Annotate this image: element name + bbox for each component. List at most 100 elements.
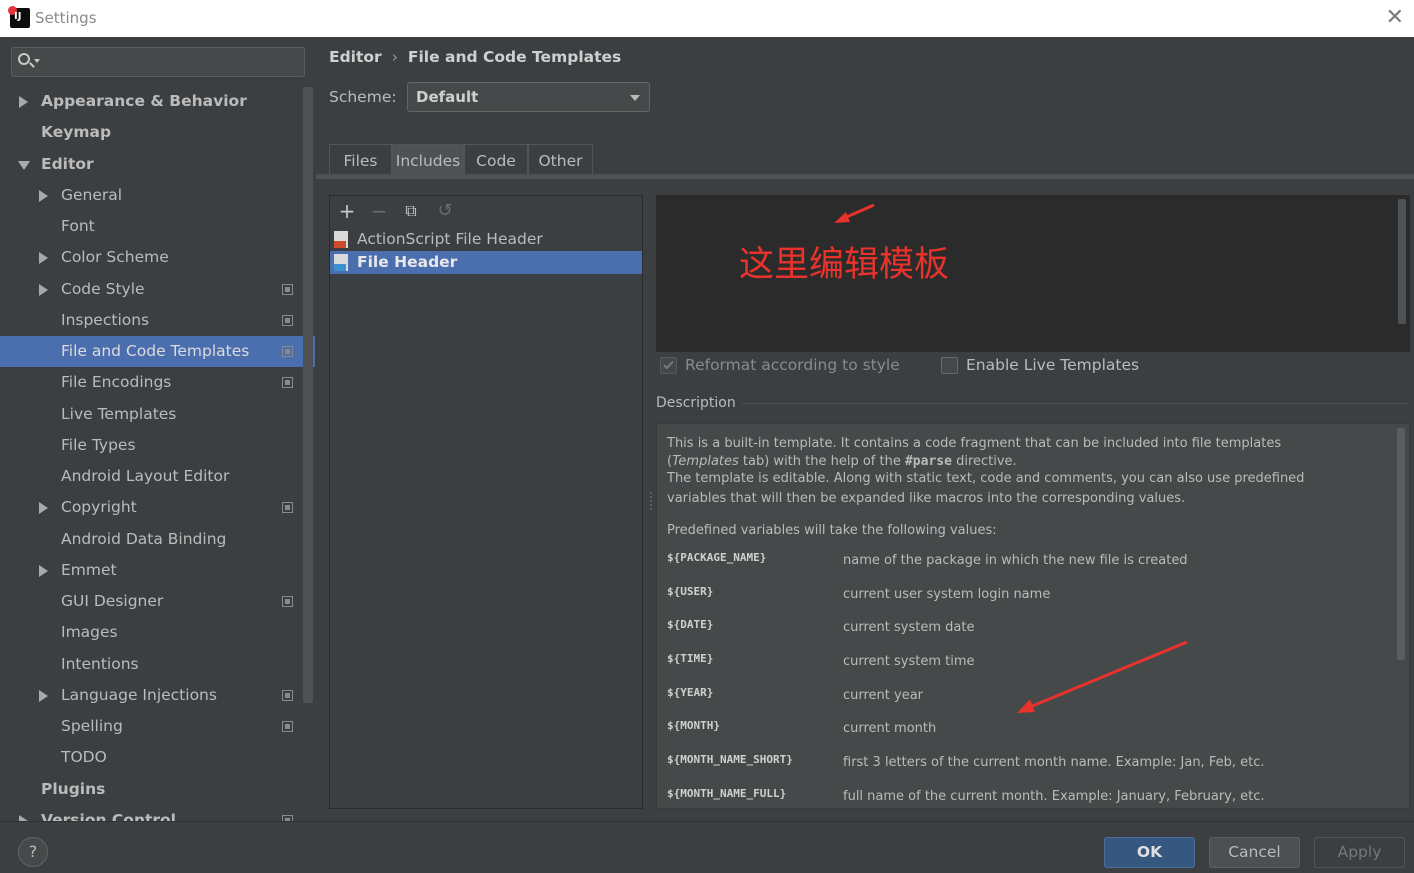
sidebar-item-keymap[interactable]: Keymap xyxy=(0,117,315,148)
ok-button[interactable]: OK xyxy=(1104,837,1195,868)
sidebar-item-file-encodings[interactable]: File Encodings xyxy=(0,367,315,398)
live-templates-checkbox[interactable] xyxy=(941,357,958,374)
search-input[interactable] xyxy=(11,47,305,77)
sidebar-item-file-types[interactable]: File Types xyxy=(0,430,315,461)
variable-row: ${DATE} current system date xyxy=(667,618,975,635)
sidebar-item-intentions[interactable]: Intentions xyxy=(0,649,315,680)
description-line: The template is editable. Along with sta… xyxy=(667,471,1305,486)
variable-row: ${MONTH_NAME_SHORT} first 3 letters of th… xyxy=(667,753,1265,770)
sidebar-item-font[interactable]: Font xyxy=(0,211,315,242)
sidebar-item-version-control[interactable]: Version Control xyxy=(0,805,315,821)
search-icon xyxy=(18,53,30,65)
sidebar-item-appearance[interactable]: Appearance & Behavior xyxy=(0,86,315,117)
editor-scrollbar[interactable] xyxy=(1398,199,1406,324)
list-item[interactable]: File Header xyxy=(330,251,642,274)
reformat-checkbox[interactable] xyxy=(660,357,677,374)
copy-icon[interactable]: ⧉ xyxy=(400,201,422,223)
expand-arrow-icon[interactable] xyxy=(19,96,28,108)
settings-window: Settings ✕ Appearance & Behavior Keymap … xyxy=(0,0,1414,873)
actionscript-file-icon xyxy=(334,231,348,248)
sidebar-item-live-templates[interactable]: Live Templates xyxy=(0,399,315,430)
bottom-divider xyxy=(0,821,1414,822)
project-scope-icon xyxy=(282,721,293,732)
sidebar-item-file-and-code-templates[interactable]: File and Code Templates xyxy=(0,336,315,367)
project-scope-icon xyxy=(282,284,293,295)
tab-divider xyxy=(316,174,1414,179)
sidebar-item-inspections[interactable]: Inspections xyxy=(0,305,315,336)
variable-row: ${USER} current user system login name xyxy=(667,585,1051,602)
sidebar-item-color-scheme[interactable]: Color Scheme xyxy=(0,242,315,273)
project-scope-icon xyxy=(282,377,293,388)
description-line: variables that will then be expanded lik… xyxy=(667,491,1186,506)
template-list-panel: + − ⧉ ↺ ActionScript File Header File He… xyxy=(329,195,643,809)
chevron-down-icon xyxy=(630,95,640,101)
expand-arrow-icon[interactable] xyxy=(39,284,48,296)
description-label: Description xyxy=(656,395,736,411)
project-scope-icon xyxy=(282,596,293,607)
live-templates-label: Enable Live Templates xyxy=(966,356,1140,374)
expand-arrow-icon[interactable] xyxy=(39,565,48,577)
title-bar: Settings ✕ xyxy=(0,0,1414,37)
description-line: (Templates tab) with the help of the #pa… xyxy=(667,454,1017,469)
sidebar-item-code-style[interactable]: Code Style xyxy=(0,274,315,305)
project-scope-icon xyxy=(282,502,293,513)
chevron-down-icon xyxy=(34,59,40,63)
description-scrollbar[interactable] xyxy=(1397,428,1405,660)
add-icon[interactable]: + xyxy=(336,201,358,223)
expand-arrow-icon[interactable] xyxy=(39,190,48,202)
sidebar-item-editor[interactable]: Editor xyxy=(0,149,315,180)
breadcrumb-parent[interactable]: Editor xyxy=(329,48,382,66)
remove-icon[interactable]: − xyxy=(368,201,390,223)
project-scope-icon xyxy=(282,346,293,357)
sidebar-item-copyright[interactable]: Copyright xyxy=(0,492,315,523)
breadcrumb: Editor › File and Code Templates xyxy=(329,48,621,66)
tab-files[interactable]: Files xyxy=(329,144,392,176)
description-divider xyxy=(742,403,1408,404)
scheme-value: Default xyxy=(416,88,479,106)
sidebar-scrollbar[interactable] xyxy=(303,87,313,703)
sidebar-item-android-layout-editor[interactable]: Android Layout Editor xyxy=(0,461,315,492)
sidebar-item-images[interactable]: Images xyxy=(0,617,315,648)
breadcrumb-separator-icon: › xyxy=(391,48,398,66)
apply-button[interactable]: Apply xyxy=(1314,837,1405,868)
variable-row: ${MONTH_NAME_FULL} full name of the curre… xyxy=(667,787,1265,804)
project-scope-icon xyxy=(282,690,293,701)
description-line: Predefined variables will take the follo… xyxy=(667,523,997,538)
sidebar-item-plugins[interactable]: Plugins xyxy=(0,774,315,805)
expand-arrow-icon[interactable] xyxy=(39,690,48,702)
sidebar-item-gui-designer[interactable]: GUI Designer xyxy=(0,586,315,617)
scheme-select[interactable]: Default xyxy=(407,82,650,112)
close-icon[interactable]: ✕ xyxy=(1386,5,1404,30)
scheme-label: Scheme: xyxy=(329,88,397,106)
expand-arrow-icon[interactable] xyxy=(39,252,48,264)
sidebar-item-android-data-binding[interactable]: Android Data Binding xyxy=(0,524,315,555)
variable-row: ${PACKAGE_NAME} name of the package in wh… xyxy=(667,551,1188,568)
tab-includes[interactable]: Includes xyxy=(392,144,464,176)
tab-code[interactable]: Code xyxy=(464,144,528,176)
list-toolbar: + − ⧉ ↺ xyxy=(330,196,642,228)
list-item[interactable]: ActionScript File Header xyxy=(330,228,642,251)
sidebar-item-spelling[interactable]: Spelling xyxy=(0,711,315,742)
variable-row: ${YEAR} current year xyxy=(667,686,924,703)
description-panel: This is a built-in template. It contains… xyxy=(656,423,1410,809)
collapse-arrow-icon[interactable] xyxy=(18,161,30,170)
sidebar-item-language-injections[interactable]: Language Injections xyxy=(0,680,315,711)
java-file-icon xyxy=(334,254,348,271)
reset-icon[interactable]: ↺ xyxy=(434,201,456,223)
breadcrumb-current: File and Code Templates xyxy=(407,48,622,66)
sidebar-item-emmet[interactable]: Emmet xyxy=(0,555,315,586)
sidebar-item-todo[interactable]: TODO xyxy=(0,742,315,773)
cancel-button[interactable]: Cancel xyxy=(1209,837,1300,868)
annotation-text: 这里编辑模板 xyxy=(739,245,950,285)
app-logo-icon xyxy=(8,6,30,28)
settings-sidebar: Appearance & Behavior Keymap Editor Gene… xyxy=(0,37,315,821)
project-scope-icon xyxy=(282,315,293,326)
variable-row: ${MONTH} current month xyxy=(667,719,937,736)
sidebar-item-general[interactable]: General xyxy=(0,180,315,211)
window-title: Settings xyxy=(35,9,97,27)
variable-row: ${TIME} current system time xyxy=(667,652,975,669)
expand-arrow-icon[interactable] xyxy=(39,502,48,514)
tab-other[interactable]: Other xyxy=(528,144,593,176)
help-button[interactable]: ? xyxy=(18,837,48,867)
description-line: This is a built-in template. It contains… xyxy=(667,436,1282,451)
